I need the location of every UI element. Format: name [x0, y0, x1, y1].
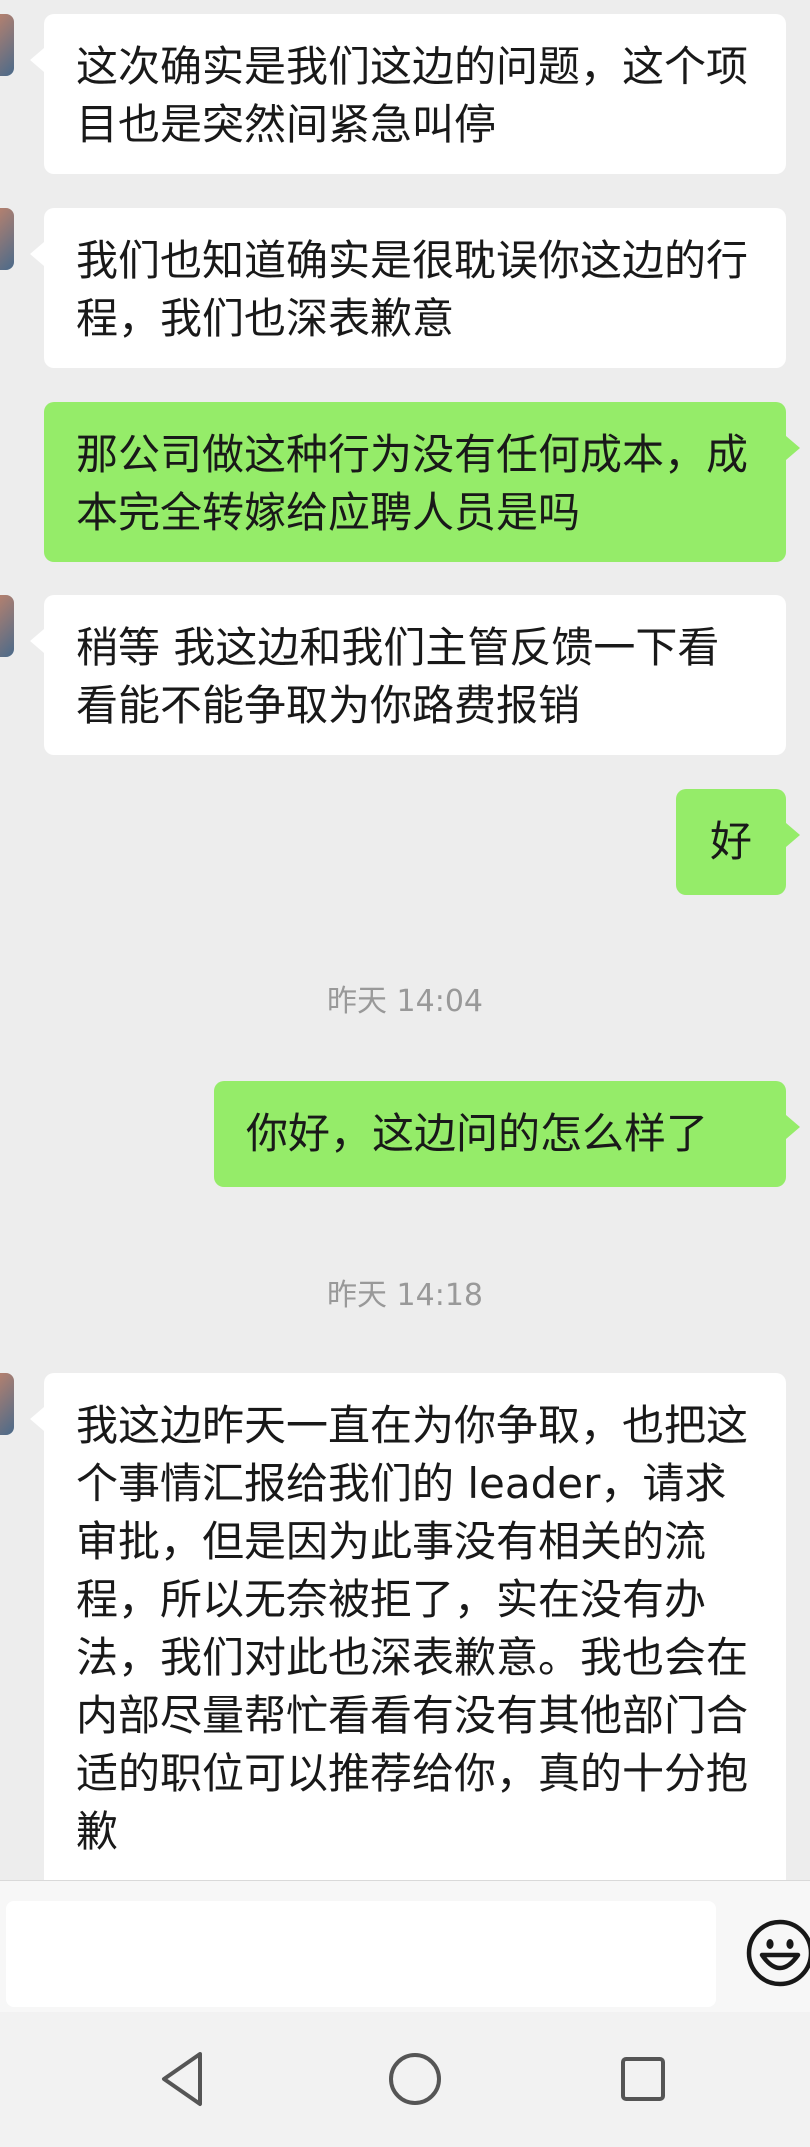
message-timestamp: 昨天 14:04 — [327, 984, 483, 1019]
message-text: 好 — [709, 817, 752, 866]
incoming-message-bubble[interactable]: 稍等 我这边和我们主管反馈一下看看能不能争取为你路费报销 — [30, 595, 786, 755]
emoji-icon[interactable] — [744, 1917, 810, 1989]
outgoing-message-bubble[interactable]: 你好，这边问的怎么样了 — [214, 1081, 800, 1187]
incoming-message-bubble[interactable]: 这次确实是我们这边的问题，这个项目也是突然间紧急叫停 — [30, 14, 786, 174]
message-input[interactable] — [6, 1901, 716, 2007]
message-text: 你好，这边问的怎么样了 — [246, 1109, 709, 1158]
back-triangle-icon[interactable] — [150, 2046, 216, 2112]
incoming-message-bubble[interactable]: 我这边昨天一直在为你争取，也把这个事情汇报给我们的 leader，请求审批，但是… — [30, 1373, 786, 1880]
chat-message-list[interactable]: 这次确实是我们这边的问题，这个项目也是突然间紧急叫停 我们也知道确实是很耽误你这… — [0, 0, 810, 1880]
message-timestamp: 昨天 14:18 — [327, 1278, 483, 1313]
message-text: 那公司做这种行为没有任何成本，成本完全转嫁给应聘人员是吗 — [76, 430, 749, 537]
contact-avatar[interactable] — [0, 208, 14, 270]
home-circle-icon[interactable] — [382, 2046, 448, 2112]
message-text: 我这边昨天一直在为你争取，也把这个事情汇报给我们的 leader，请求审批，但是… — [76, 1401, 749, 1856]
outgoing-message-bubble[interactable]: 那公司做这种行为没有任何成本，成本完全转嫁给应聘人员是吗 — [44, 402, 800, 562]
message-text: 我们也知道确实是很耽误你这边的行程，我们也深表歉意 — [76, 236, 749, 343]
chat-input-bar — [0, 1880, 810, 2012]
contact-avatar[interactable] — [0, 1373, 14, 1435]
recent-apps-square-icon[interactable] — [610, 2046, 676, 2112]
message-text: 这次确实是我们这边的问题，这个项目也是突然间紧急叫停 — [76, 42, 749, 149]
contact-avatar[interactable] — [0, 595, 14, 657]
system-navigation-bar — [0, 2012, 810, 2147]
contact-avatar[interactable] — [0, 14, 14, 76]
outgoing-message-bubble[interactable]: 好 — [676, 789, 800, 895]
incoming-message-bubble[interactable]: 我们也知道确实是很耽误你这边的行程，我们也深表歉意 — [30, 208, 786, 368]
message-text: 稍等 我这边和我们主管反馈一下看看能不能争取为你路费报销 — [76, 623, 720, 730]
